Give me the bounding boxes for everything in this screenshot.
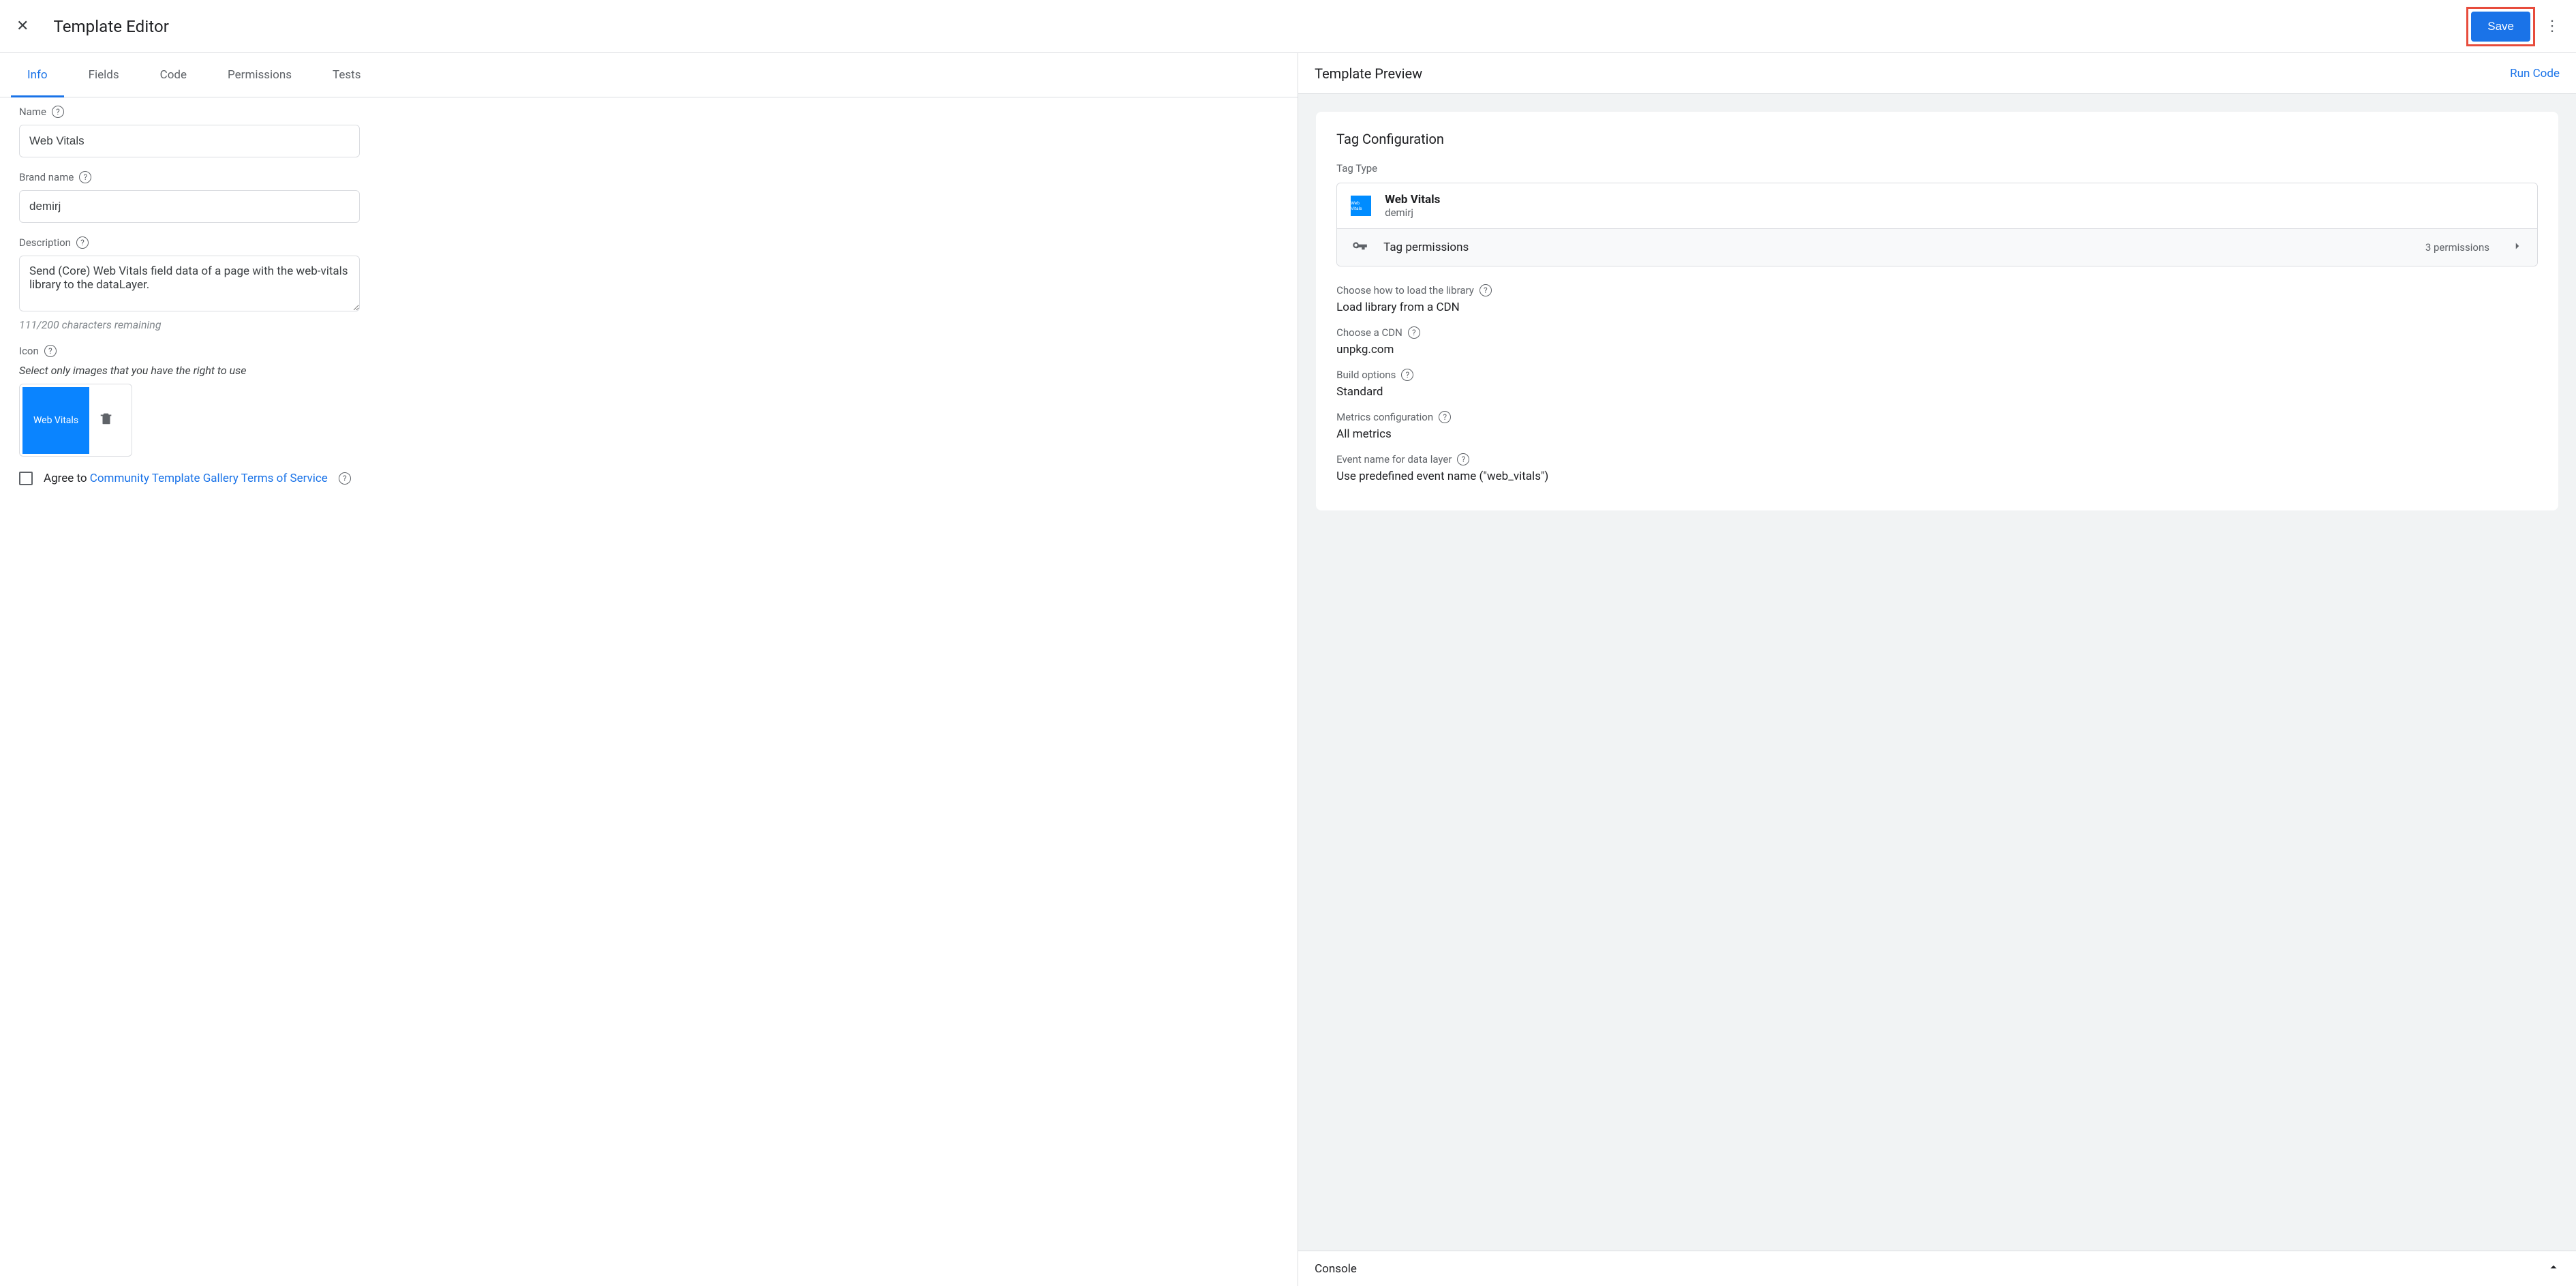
chevron-right-icon <box>2511 240 2524 255</box>
info-form: Name ? Brand name ? Description ? 111/20 <box>0 97 1298 1286</box>
agree-checkbox[interactable] <box>19 472 33 485</box>
help-icon[interactable]: ? <box>1479 284 1492 296</box>
save-button[interactable]: Save <box>2471 12 2530 42</box>
trash-icon[interactable] <box>99 411 114 430</box>
agree-link[interactable]: Community Template Gallery Terms of Serv… <box>90 472 328 485</box>
tag-permissions-label: Tag permissions <box>1383 241 2410 254</box>
name-input[interactable] <box>19 125 360 157</box>
tab-tests[interactable]: Tests <box>312 53 381 97</box>
help-icon[interactable]: ? <box>44 345 57 357</box>
config-value: Load library from a CDN <box>1336 301 2538 314</box>
run-code-button[interactable]: Run Code <box>2510 67 2560 80</box>
close-icon[interactable]: ✕ <box>16 18 29 35</box>
tab-code[interactable]: Code <box>140 53 207 97</box>
tag-permissions-count: 3 permissions <box>2425 241 2489 254</box>
help-icon[interactable]: ? <box>1408 326 1420 339</box>
tab-fields[interactable]: Fields <box>68 53 140 97</box>
editor-tabs: Info Fields Code Permissions Tests <box>0 53 1298 97</box>
config-value: All metrics <box>1336 427 2538 441</box>
card-title: Tag Configuration <box>1336 131 2538 147</box>
tag-name: Web Vitals <box>1385 193 1440 206</box>
tab-permissions[interactable]: Permissions <box>207 53 312 97</box>
page-title: Template Editor <box>53 17 2466 36</box>
description-counter: 111/200 characters remaining <box>19 318 360 331</box>
help-icon[interactable]: ? <box>79 171 91 183</box>
config-label: Event name for data layer <box>1336 453 1452 465</box>
preview-title: Template Preview <box>1315 65 1422 82</box>
console-title: Console <box>1315 1262 1357 1276</box>
config-label: Metrics configuration <box>1336 411 1433 423</box>
brand-input[interactable] <box>19 190 360 223</box>
help-icon[interactable]: ? <box>339 472 351 485</box>
key-icon <box>1351 239 1368 256</box>
help-icon[interactable]: ? <box>1401 369 1413 381</box>
icon-preview-box: Web Vitals <box>19 384 132 457</box>
preview-pane: Template Preview Run Code Tag Configurat… <box>1298 53 2576 1286</box>
editor-header: ✕ Template Editor Save ⋮ <box>0 0 2576 53</box>
description-label: Description <box>19 236 71 249</box>
name-label: Name <box>19 106 46 118</box>
tag-icon: Web Vitals <box>1351 196 1371 216</box>
brand-label: Brand name <box>19 171 74 183</box>
description-input[interactable] <box>19 256 360 311</box>
console-toggle[interactable]: Console <box>1298 1251 2576 1286</box>
tag-config-card: Tag Configuration Tag Type Web Vitals We… <box>1316 112 2558 510</box>
agree-prefix: Agree to <box>44 472 90 485</box>
tag-subtitle: demirj <box>1385 206 1440 219</box>
config-value: unpkg.com <box>1336 343 2538 356</box>
help-icon[interactable]: ? <box>1457 453 1469 465</box>
config-item: Choose a CDN? unpkg.com <box>1336 326 2538 356</box>
config-label: Build options <box>1336 369 1396 381</box>
config-value: Standard <box>1336 385 2538 399</box>
editor-left-pane: Info Fields Code Permissions Tests Name … <box>0 53 1298 1286</box>
chevron-up-icon <box>2547 1261 2560 1276</box>
save-highlight-box: Save <box>2466 7 2535 46</box>
config-label: Choose how to load the library <box>1336 284 1474 296</box>
config-item: Build options? Standard <box>1336 369 2538 399</box>
help-icon[interactable]: ? <box>1439 411 1451 423</box>
tab-info[interactable]: Info <box>7 53 68 97</box>
tag-permissions-row[interactable]: Tag permissions 3 permissions <box>1337 229 2537 266</box>
config-item: Metrics configuration? All metrics <box>1336 411 2538 441</box>
config-item: Choose how to load the library? Load libr… <box>1336 284 2538 314</box>
help-icon[interactable]: ? <box>76 236 89 249</box>
config-label: Choose a CDN <box>1336 326 1402 339</box>
config-item: Event name for data layer? Use predefined… <box>1336 453 2538 483</box>
icon-note: Select only images that you have the rig… <box>19 364 360 377</box>
tag-type-row: Web Vitals Web Vitals demirj <box>1337 183 2537 229</box>
config-value: Use predefined event name ("web_vitals") <box>1336 470 2538 483</box>
template-icon-preview: Web Vitals <box>22 387 89 454</box>
icon-label: Icon <box>19 345 39 357</box>
tag-type-label: Tag Type <box>1336 162 2538 174</box>
more-icon[interactable]: ⋮ <box>2545 18 2560 35</box>
help-icon[interactable]: ? <box>52 106 64 118</box>
